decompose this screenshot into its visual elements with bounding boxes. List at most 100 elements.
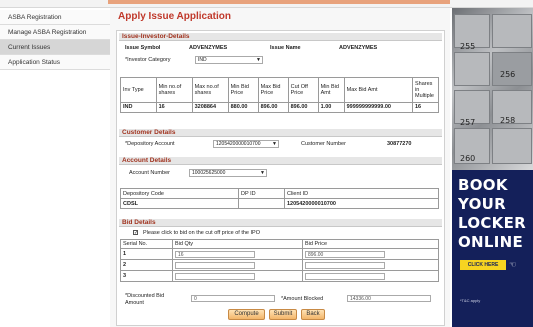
table-header-row: Serial No. Bid Qty Bid Price <box>120 239 439 249</box>
discounted-bid-amount-input[interactable]: 0 <box>191 295 275 302</box>
table-cell: CDSL <box>120 198 239 209</box>
chevron-down-icon: ▼ <box>256 57 261 63</box>
sidebar-item-manage-asba-registration[interactable]: Manage ASBA Registration <box>0 25 110 40</box>
amount-blocked-input[interactable]: 14336.00 <box>347 295 431 302</box>
bid-price-input[interactable] <box>305 261 385 269</box>
bid-price-input[interactable] <box>305 272 385 280</box>
table-header-row: Inv Type Min no.of shares Max no.of shar… <box>120 77 439 103</box>
bid-qty-cell: 16 <box>172 248 303 260</box>
table-cell: 3208864 <box>191 101 229 114</box>
bid-price-cell <box>302 270 439 282</box>
locker-number: 260 <box>460 154 476 163</box>
col-header: Min no.of shares <box>155 77 193 103</box>
sidebar-item-asba-registration[interactable]: ASBA Registration <box>0 10 110 25</box>
bid-qty-input[interactable] <box>175 261 255 269</box>
table-cell: 880.00 <box>227 101 259 114</box>
locker-ad-banner[interactable]: 255 256 257 258 260 BOOK YOUR LOCKER ONL… <box>452 8 533 327</box>
table-cell: IND <box>120 101 157 114</box>
sidebar-item-current-issues[interactable]: Current Issues <box>0 40 114 55</box>
serial-cell: 2 <box>120 259 173 271</box>
submit-button[interactable]: Submit <box>269 309 297 320</box>
locker-number: 256 <box>500 70 516 79</box>
issue-details-table: Inv Type Min no.of shares Max no.of shar… <box>120 77 439 114</box>
sidebar-item-application-status[interactable]: Application Status <box>0 55 110 70</box>
cutoff-price-label: Please click to bid on the cut off price… <box>143 230 260 236</box>
col-header: Cut Off Price <box>287 77 319 103</box>
bid-price-cell: 896.00 <box>302 248 439 260</box>
ad-line: BOOK <box>458 176 508 194</box>
depository-account-label: *Depository Account <box>125 141 175 147</box>
top-bar <box>0 0 533 8</box>
section-header-account: Account Details <box>119 157 442 165</box>
bid-qty-cell <box>172 270 303 282</box>
locker-door <box>454 52 490 86</box>
table-cell: 1205420000010700 <box>284 198 439 209</box>
bid-qty-input[interactable]: 16 <box>175 250 255 258</box>
sidebar: ASBA Registration Manage ASBA Registrati… <box>0 10 114 70</box>
col-header: Min Bid Price <box>227 77 259 103</box>
table-cell: 1.00 <box>317 101 345 114</box>
col-header: Max no.of shares <box>191 77 229 103</box>
main-panel: Apply Issue Application Issue-Investor-D… <box>110 8 450 327</box>
table-cell: 16 <box>412 101 439 114</box>
table-header-row: Depository Code DP ID Client ID <box>120 188 439 199</box>
issue-name-value: ADVENZYMES <box>339 45 378 51</box>
bid-price-input[interactable]: 896.00 <box>305 250 385 258</box>
table-row: 3 <box>120 270 439 282</box>
investor-category-value: IND <box>198 57 207 63</box>
locker-number: 258 <box>500 116 516 125</box>
issue-symbol-label: Issue Symbol <box>125 45 161 51</box>
col-header: Serial No. <box>120 239 173 249</box>
ad-headline: BOOK YOUR LOCKER ONLINE <box>458 176 526 252</box>
col-header: Shares in Multiple <box>412 77 439 103</box>
customer-number-value: 30877270 <box>387 141 412 147</box>
terms-note: *T&C apply <box>460 298 481 303</box>
ad-line: LOCKER <box>458 214 527 232</box>
issue-name-label: Issue Name <box>270 45 301 51</box>
chevron-down-icon: ▼ <box>272 141 277 147</box>
col-header: Max Bid Amt <box>343 77 414 103</box>
col-header: Bid Qty <box>172 239 303 249</box>
bid-price-cell <box>302 259 439 271</box>
compute-button[interactable]: Compute <box>228 309 265 320</box>
section-header-bid: Bid Details <box>119 219 442 227</box>
col-header: Max Bid Price <box>257 77 289 103</box>
depository-account-select[interactable]: 1205420000010700 ▼ <box>213 140 279 148</box>
table-cell: 16 <box>155 101 193 114</box>
serial-cell: 1 <box>120 248 173 260</box>
application-form: Issue-Investor-Details Issue Symbol ADVE… <box>116 30 445 326</box>
discounted-bid-amount-label: *Discounted Bid Amount <box>125 293 165 306</box>
table-cell: 896.00 <box>287 101 319 114</box>
investor-category-label: *Investor Category <box>125 57 171 63</box>
serial-cell: 3 <box>120 270 173 282</box>
click-here-button[interactable]: CLICK HERE <box>460 260 506 270</box>
col-header: Client ID <box>284 188 439 199</box>
locker-door <box>492 128 532 164</box>
table-row: 2 <box>120 259 439 271</box>
investor-category-select[interactable]: IND ▼ <box>195 56 263 64</box>
issue-symbol-value: ADVENZYMES <box>189 45 228 51</box>
table-cell: 896.00 <box>257 101 289 114</box>
top-accent <box>108 0 450 4</box>
chevron-down-icon: ▼ <box>260 170 265 176</box>
table-cell <box>238 198 285 209</box>
section-header-issue-investor: Issue-Investor-Details <box>119 33 442 41</box>
back-button[interactable]: Back <box>301 309 325 320</box>
locker-door <box>492 14 532 48</box>
depository-account-value: 1205420000010700 <box>216 141 261 147</box>
account-number-value: 100025625000 <box>192 170 226 176</box>
locker-number: 255 <box>460 42 476 51</box>
account-number-select[interactable]: 100025625000 ▼ <box>189 169 267 177</box>
col-header: Bid Price <box>302 239 439 249</box>
bid-qty-input[interactable] <box>175 272 255 280</box>
col-header: DP ID <box>238 188 285 199</box>
table-row: IND 16 3208864 880.00 896.00 896.00 1.00… <box>120 101 439 114</box>
section-header-customer: Customer Details <box>119 129 442 137</box>
locker-number: 257 <box>460 118 476 127</box>
cutoff-price-checkbox[interactable]: ✓ <box>133 230 138 236</box>
table-row: 1 16 896.00 <box>120 248 439 260</box>
depository-table: Depository Code DP ID Client ID CDSL 120… <box>120 188 439 209</box>
page-title: Apply Issue Application <box>118 11 231 22</box>
bid-table: Serial No. Bid Qty Bid Price 1 16 896.00… <box>120 239 439 282</box>
table-cell: 999999999999.00 <box>343 101 414 114</box>
